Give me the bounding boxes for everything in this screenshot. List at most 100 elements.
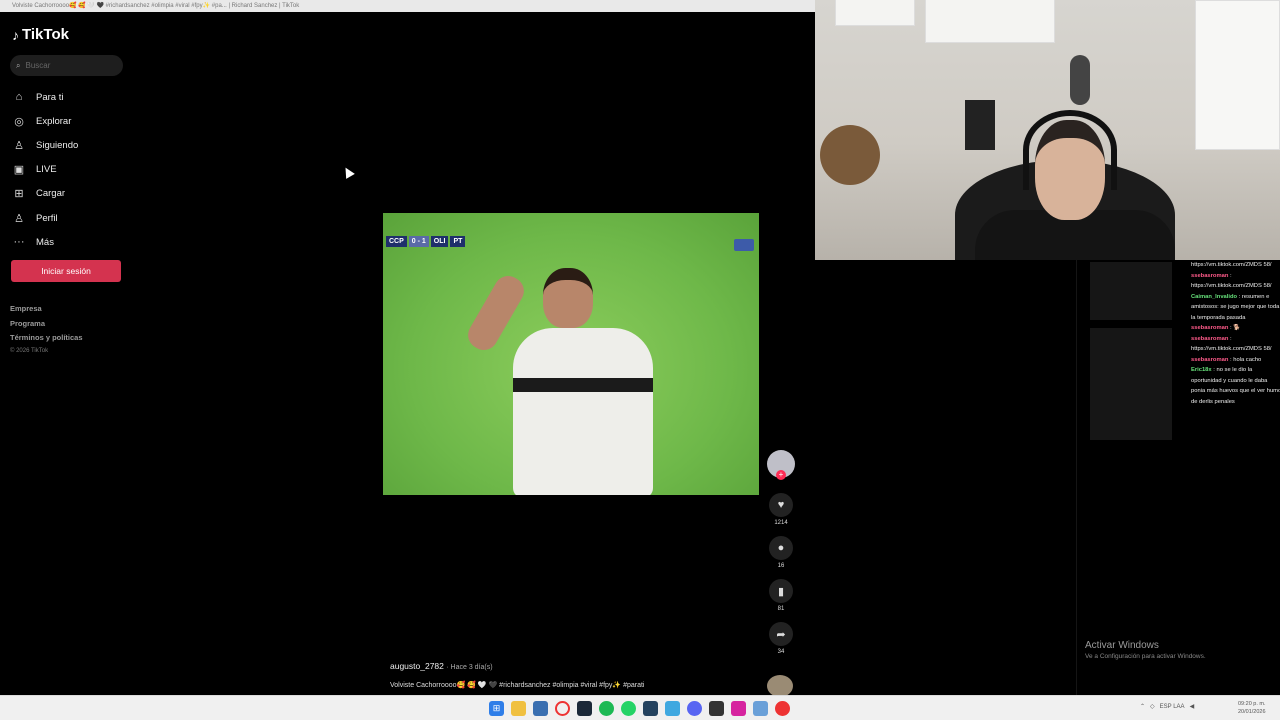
tiktok-logo[interactable]: ♪ TikTok [12,26,69,43]
network-icon[interactable]: ◇ [1150,703,1155,710]
discord-icon[interactable] [687,701,702,716]
system-tray: ⌃ ◇ ESP LAA ◀ [1140,703,1195,711]
language-indicator[interactable]: ESP LAA [1160,704,1185,710]
app-icon[interactable] [775,701,790,716]
player-arm [463,270,529,356]
share-button[interactable]: ➦ [769,622,793,646]
webcam-feed [815,0,1280,260]
sidebar-item-label: Perfil [36,212,58,224]
copyright: © 2026 TikTok [10,347,49,354]
chat-message: Caiman_Invalido : resumen e amistosos: s… [1191,293,1280,321]
ring-light [1070,55,1090,105]
video-player[interactable]: CCP 0 - 1 OLI PT [383,213,759,495]
sidebar-item-live[interactable]: ▣ LIVE [12,158,132,182]
taskbar-clock[interactable]: 09:20 p. m. 20/01/2026 [1238,700,1266,716]
post-time: · Hace 3 día(s) [446,664,493,671]
calculator-icon[interactable] [533,701,548,716]
player-shirt [513,328,653,495]
volume-icon[interactable]: ◀ [1190,703,1195,710]
follow-plus-icon[interactable]: + [776,470,786,480]
upload-icon: ⊞ [14,188,24,201]
search-input[interactable] [25,61,112,70]
mouse-cursor [341,165,355,179]
tiktok-logo-text: TikTok [22,26,69,43]
like-button[interactable]: ♥ [769,493,793,517]
file-explorer-icon[interactable] [511,701,526,716]
login-button[interactable]: Iniciar sesión [11,260,121,282]
poster [965,100,995,150]
broadcaster-logo [734,239,754,251]
chat-text: hola cacho [1233,356,1262,363]
player-head [543,268,593,328]
kitchen-cabinet [835,0,915,26]
opera-icon[interactable] [555,701,570,716]
share-icon: ➦ [776,628,786,641]
whatsapp-icon[interactable] [621,701,636,716]
sidebar-item-siguiendo[interactable]: ♙ Siguiendo [12,133,132,157]
heart-icon: ♥ [777,499,785,511]
tiktok-app: ♪ TikTok ⌕ ⌂ Para ti ◎ Explorar ♙ Siguie… [0,12,815,698]
chat-message: https://vm.tiktok.com/ZMDS 58/ [1191,260,1280,271]
sidebar-item-label: Cargar [36,188,66,200]
video-thumbnail[interactable] [1090,328,1172,440]
steam-icon[interactable] [577,701,592,716]
app-icon[interactable] [753,701,768,716]
spotify-icon[interactable] [599,701,614,716]
chevron-up-icon[interactable]: ⌃ [1140,703,1145,710]
search-icon: ⌕ [16,60,21,70]
chat-user: Eric18x [1191,367,1212,373]
sidebar-item-para-ti[interactable]: ⌂ Para ti [12,85,132,109]
scoreboard-away: OLI [430,236,449,247]
scoreboard-period: PT [450,236,466,247]
music-disc-icon[interactable] [767,675,793,697]
more-icon: ··· [13,236,25,249]
app-icon[interactable] [643,701,658,716]
player-shirt-stripe [513,378,653,392]
chat-text: https://vm.tiktok.com/ZMDS 58/ [1191,346,1272,352]
author-name[interactable]: augusto_2782 [390,661,444,671]
windows-start-icon[interactable]: ⊞ [489,701,504,716]
app-icon[interactable] [665,701,680,716]
footer-link-terminos[interactable]: Términos y políticas [10,333,83,348]
compass-icon: ◎ [14,115,24,128]
kitchen-cabinet [925,0,1055,43]
headphones-icon [1023,110,1117,190]
comment-button[interactable]: ● [769,536,793,560]
video-description: Volviste Cachorroooo🥰 🥰 🤍 🖤 #richardsanc… [390,682,645,689]
scoreboard-score: 0 - 1 [408,236,429,247]
video-thumbnail[interactable] [1090,262,1172,320]
search-bar[interactable]: ⌕ [10,55,123,76]
sidebar-item-mas[interactable]: ··· Más [12,230,132,254]
creator-avatar[interactable]: + [767,450,795,480]
like-count: 1214 [774,520,788,526]
instagram-icon[interactable] [731,701,746,716]
sidebar-item-cargar[interactable]: ⊞ Cargar [12,182,132,206]
chat-text: https://vm.tiktok.com/ZMDS 58/ [1191,262,1272,268]
sidebar: ♪ TikTok ⌕ ⌂ Para ti ◎ Explorar ♙ Siguie… [0,12,140,695]
chat-message: ssebasroman : https://vm.tiktok.com/ZMDS… [1191,272,1272,290]
chat-user: Caiman_Invalido [1191,293,1238,300]
footer-link-empresa[interactable]: Empresa [10,304,83,319]
sidebar-item-label: Más [36,236,54,248]
activate-windows-watermark: Activar Windows Ve a Configuración para … [1085,640,1206,660]
football-player-figure [463,268,673,495]
footer-link-programa[interactable]: Programa [10,319,83,334]
comment-count: 16 [777,563,785,569]
browser-window-title: Volviste Cachorroooo🥰 🥰 🤍 🖤 #richardsanc… [0,0,815,12]
scoreboard-home: CCP [386,236,407,247]
chat-message: ssebasroman : hola cacho [1191,356,1262,363]
chat-text: 🐕 [1233,325,1241,331]
windows-taskbar: ⊞ ⌃ ◇ ESP LAA ◀ 09:20 p. m. 20/01/2026 [0,695,1280,720]
app-icon[interactable] [709,701,724,716]
chat-user: ssebasroman [1191,335,1229,342]
tiktok-logo-icon: ♪ [12,26,19,43]
following-icon: ♙ [14,139,24,152]
chat-text: https://vm.tiktok.com/ZMDS 58/ [1191,283,1272,289]
live-icon: ▣ [13,164,25,177]
sidebar-item-perfil[interactable]: ♙ Perfil [12,206,132,230]
sidebar-item-explorar[interactable]: ◎ Explorar [12,109,132,133]
save-button[interactable]: ▮ [769,579,793,603]
chat-message: ssebasroman : https://vm.tiktok.com/ZMDS… [1191,335,1272,353]
chat-user: ssebasroman [1191,272,1229,279]
video-caption: augusto_2782 · Hace 3 día(s) [390,661,493,671]
